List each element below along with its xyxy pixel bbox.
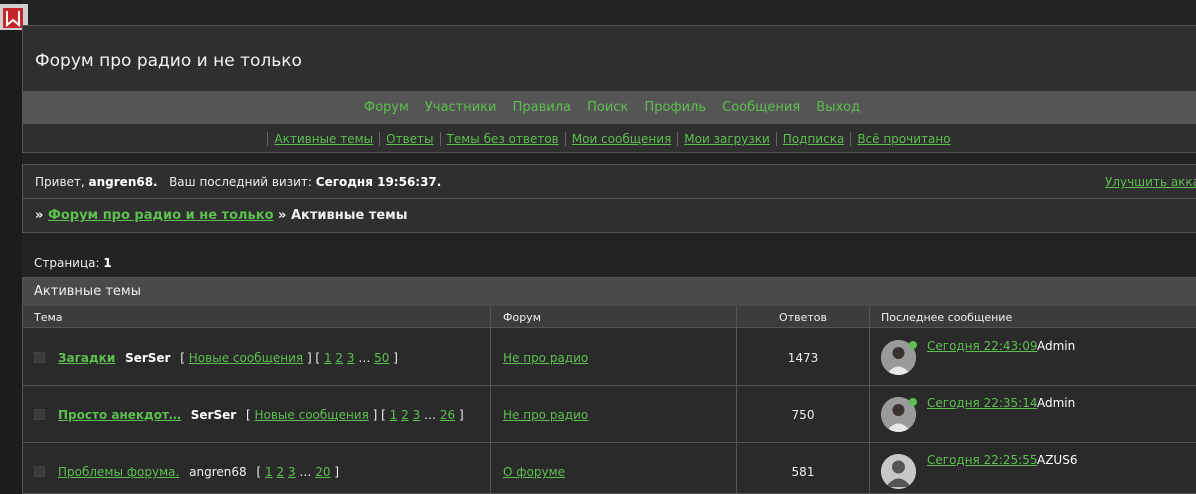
new-messages-link[interactable]: Новые сообщения — [189, 351, 303, 365]
forum-link[interactable]: Не про радио — [503, 351, 588, 365]
online-status-icon — [909, 398, 917, 406]
last-visit-label: Ваш последний визит: — [169, 175, 312, 189]
reply-count: 750 — [791, 408, 815, 422]
last-post-date-link[interactable]: Сегодня 22:43:09 — [927, 339, 1037, 353]
col-topic: Тема — [34, 311, 63, 324]
top-strip — [28, 0, 1196, 26]
nav-search[interactable]: Поиск — [587, 100, 628, 115]
page-ellipsis: … — [424, 408, 437, 422]
page-link[interactable]: 50 — [374, 351, 389, 365]
col-replies: Ответов — [779, 311, 827, 324]
topic-cell: Проблемы форума. angren68 [ 1 2 3 … 20 ] — [58, 465, 339, 479]
topic-author: angren68 — [189, 465, 247, 479]
last-post-user: Admin — [1037, 396, 1076, 410]
default-avatar-icon[interactable] — [881, 454, 916, 489]
subnav-subscriptions[interactable]: Подписка — [775, 132, 851, 146]
nav-members[interactable]: Участники — [425, 100, 497, 115]
nav-messages[interactable]: Сообщения — [722, 100, 800, 115]
topic-status-icon — [34, 352, 45, 363]
main-nav: Форум Участники Правила Поиск Профиль Со… — [23, 91, 1196, 124]
breadcrumb-sep: » — [35, 208, 44, 223]
page-ellipsis: … — [358, 351, 371, 365]
last-post-user: Admin — [1037, 339, 1076, 353]
col-forum: Форум — [503, 311, 541, 324]
topic-link[interactable]: Загадки — [58, 351, 115, 365]
subnav-replies[interactable]: Ответы — [379, 132, 440, 146]
subnav-active-topics[interactable]: Активные темы — [267, 132, 380, 146]
last-post-date-link[interactable]: Сегодня 22:25:55 — [927, 453, 1037, 467]
forum-header: Форум про радио и не только Форум Участн… — [22, 25, 1196, 153]
page-link[interactable]: 1 — [324, 351, 332, 365]
topic-cell: Загадки SerSer [ Новые сообщения ] [ 1 2… — [58, 351, 398, 365]
page-link[interactable]: 1 — [265, 465, 273, 479]
subnav-mark-all-read[interactable]: Всё прочитано — [850, 132, 957, 146]
table-header: Тема Форум Ответов Последнее сообщение — [23, 306, 1196, 328]
greet-prefix: Привет, — [35, 175, 85, 189]
subnav-my-posts[interactable]: Мои сообщения — [564, 132, 678, 146]
table-row: Загадки SerSer [ Новые сообщения ] [ 1 2… — [23, 329, 1196, 386]
new-messages-link[interactable]: Новые сообщения — [254, 408, 368, 422]
info-box: Привет, angren68. Ваш последний визит: С… — [22, 164, 1196, 233]
upgrade-account-link[interactable]: Улучшить аккаунт — [1105, 175, 1196, 189]
last-post-date-link[interactable]: Сегодня 22:35:14 — [927, 396, 1037, 410]
pagination-current: 1 — [103, 256, 112, 270]
breadcrumb-forum-link[interactable]: Форум про радио и не только — [48, 208, 274, 223]
breadcrumb: » Форум про радио и не только » Активные… — [35, 208, 408, 223]
table-caption: Активные темы — [23, 278, 1196, 306]
topic-author: SerSer — [190, 408, 237, 422]
page-link[interactable]: 2 — [335, 351, 343, 365]
table-row: Просто анекдот… SerSer [ Новые сообщения… — [23, 386, 1196, 443]
page-link[interactable]: 3 — [288, 465, 296, 479]
table-row: Проблемы форума. angren68 [ 1 2 3 … 20 ]… — [23, 443, 1196, 494]
topic-cell: Просто анекдот… SerSer [ Новые сообщения… — [58, 408, 464, 422]
breadcrumb-current: Активные темы — [290, 208, 408, 223]
last-visit-value: Сегодня 19:56:37. — [315, 175, 442, 189]
page-ellipsis: … — [299, 465, 312, 479]
col-last-post: Последнее сообщение — [881, 311, 1013, 324]
nav-forum[interactable]: Форум — [364, 100, 409, 115]
page-link[interactable]: 3 — [347, 351, 355, 365]
active-topics-table: Активные темы Тема Форум Ответов Последн… — [22, 277, 1196, 494]
left-sidebar-strip — [0, 0, 22, 494]
subnav-my-uploads[interactable]: Мои загрузки — [677, 132, 776, 146]
page-link[interactable]: 2 — [276, 465, 284, 479]
nav-profile[interactable]: Профиль — [644, 100, 706, 115]
breadcrumb-sep: » — [278, 208, 287, 223]
page-link[interactable]: 3 — [413, 408, 421, 422]
forum-title: Форум про радио и не только — [35, 51, 302, 71]
reply-count: 1473 — [787, 351, 819, 365]
topic-link[interactable]: Проблемы форума. — [58, 465, 179, 479]
sub-nav: Активные темы Ответы Темы без ответов Мои с… — [23, 125, 1196, 153]
topic-author: SerSer — [125, 351, 171, 365]
divider — [23, 198, 1196, 199]
page-link[interactable]: 1 — [390, 408, 398, 422]
topic-status-icon — [34, 409, 45, 420]
forum-link[interactable]: Не про радио — [503, 408, 588, 422]
subnav-unanswered[interactable]: Темы без ответов — [439, 132, 565, 146]
last-post-user: AZUS6 — [1037, 453, 1078, 467]
forum-link[interactable]: О форуме — [503, 465, 565, 479]
pagination: Страница: 1 — [34, 256, 112, 270]
topic-status-icon — [34, 466, 45, 477]
page-link[interactable]: 2 — [401, 408, 409, 422]
topic-link[interactable]: Просто анекдот… — [58, 408, 181, 422]
nav-logout[interactable]: Выход — [816, 100, 860, 115]
welcome-text: Привет, angren68. Ваш последний визит: С… — [35, 175, 441, 189]
nav-rules[interactable]: Правила — [513, 100, 571, 115]
page-link[interactable]: 26 — [440, 408, 455, 422]
pagination-label: Страница: — [34, 256, 100, 270]
page-link[interactable]: 20 — [315, 465, 330, 479]
username: angren68. — [88, 175, 158, 189]
reply-count: 581 — [791, 465, 815, 479]
online-status-icon — [909, 341, 917, 349]
